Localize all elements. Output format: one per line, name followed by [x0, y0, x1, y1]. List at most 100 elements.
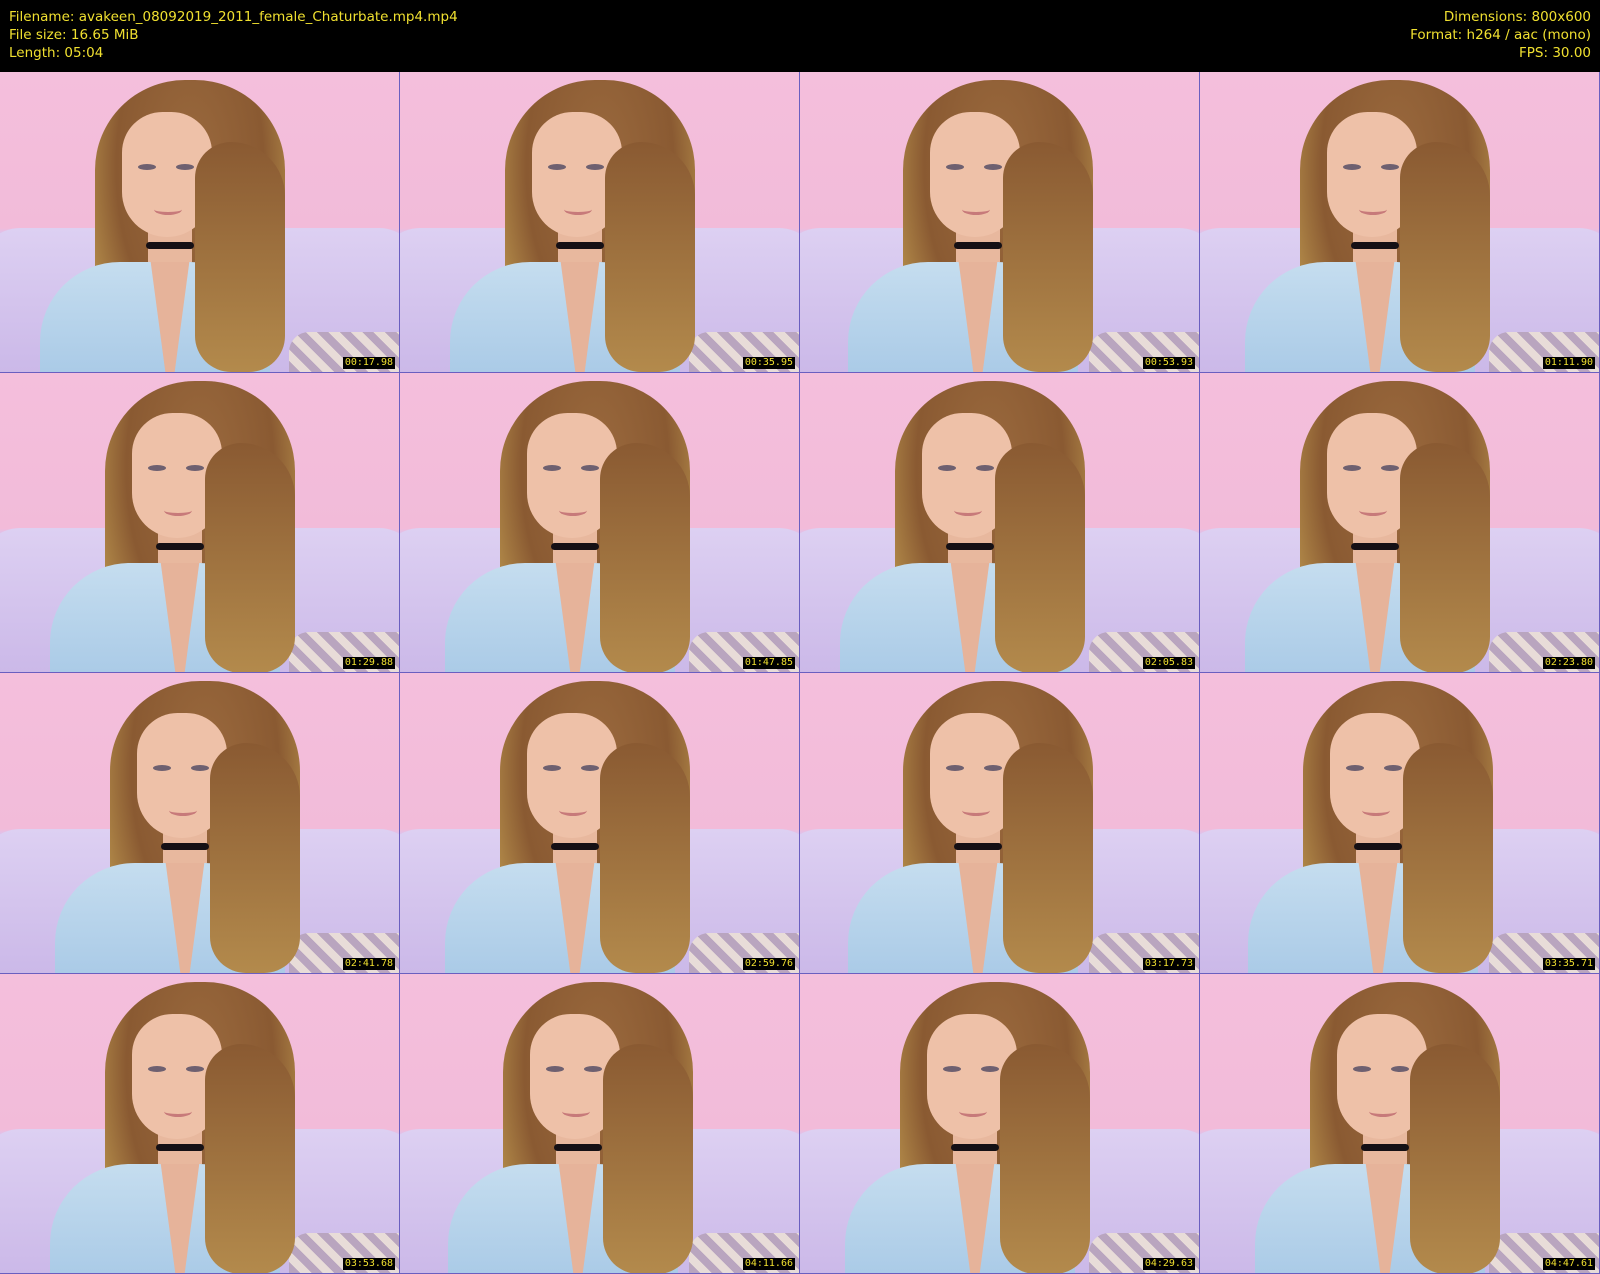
fps-label: FPS: 30.00 — [1519, 45, 1591, 61]
choker — [1361, 1143, 1409, 1151]
video-thumbnail: 04:29.63 — [800, 973, 1199, 1273]
choker — [161, 843, 209, 850]
person — [800, 373, 1199, 672]
mouth — [959, 1106, 987, 1117]
timestamp-label: 03:35.71 — [1542, 957, 1595, 970]
choker — [156, 542, 204, 550]
choker — [954, 843, 1002, 850]
length-label: Length: 05:04 — [9, 45, 104, 61]
person — [15, 673, 399, 973]
choker — [551, 542, 599, 550]
hair-side — [210, 743, 300, 973]
video-thumbnail: 00:35.95 — [400, 72, 799, 372]
timestamp-label: 04:11.66 — [742, 1258, 795, 1270]
choker — [554, 1143, 602, 1151]
person — [10, 373, 399, 672]
mouth — [1369, 1106, 1397, 1117]
timestamp-label: 03:17.73 — [1142, 957, 1195, 970]
mouth — [154, 204, 182, 215]
info-header: Filename: avakeen_08092019_2011_female_C… — [0, 0, 1600, 72]
choker — [1351, 542, 1399, 550]
filename-label: Filename: avakeen_08092019_2011_female_C… — [9, 9, 458, 25]
eye — [1391, 1065, 1409, 1072]
eye — [1384, 765, 1402, 771]
video-thumbnail: 00:17.98 — [0, 72, 399, 372]
eye — [586, 164, 604, 170]
mouth — [562, 1106, 590, 1117]
mouth — [559, 805, 587, 816]
video-thumbnail: 03:53.68 — [0, 973, 399, 1273]
choker — [951, 1143, 999, 1151]
eye — [984, 765, 1002, 771]
choker — [551, 843, 599, 850]
timestamp-label: 03:53.68 — [342, 1258, 395, 1270]
video-thumbnail: 02:23.80 — [1200, 372, 1599, 672]
video-thumbnail: 02:41.78 — [0, 673, 399, 973]
mouth — [962, 204, 990, 215]
timestamp-label: 02:59.76 — [742, 957, 795, 970]
hair-side — [1000, 1043, 1090, 1273]
eye — [191, 765, 209, 771]
video-thumbnail: 04:11.66 — [400, 973, 799, 1273]
eye — [543, 765, 561, 771]
hair-side — [600, 743, 690, 973]
choker — [946, 542, 994, 550]
hair-side — [605, 142, 695, 372]
choker — [954, 242, 1002, 249]
video-thumbnail: 01:47.85 — [400, 372, 799, 672]
person — [805, 974, 1199, 1273]
eye — [1343, 164, 1361, 170]
eye — [543, 464, 561, 471]
hair-side — [1003, 743, 1093, 973]
format-label: Format: h264 / aac (mono) — [1410, 27, 1591, 43]
eye — [946, 765, 964, 771]
person — [808, 673, 1199, 973]
eye — [581, 765, 599, 771]
eye — [1353, 1065, 1371, 1072]
person — [0, 72, 399, 372]
hair-side — [1400, 442, 1490, 672]
timestamp-label: 04:29.63 — [1142, 1258, 1195, 1270]
choker — [1351, 242, 1399, 249]
person — [1205, 373, 1599, 672]
eye — [1343, 464, 1361, 471]
mouth — [164, 1106, 192, 1117]
video-thumbnail: 01:29.88 — [0, 372, 399, 672]
video-thumbnail: 03:17.73 — [800, 673, 1199, 973]
person — [1208, 673, 1599, 973]
person — [1205, 72, 1599, 372]
mouth — [954, 505, 982, 516]
video-thumbnail: 02:05.83 — [800, 372, 1199, 672]
hair-side — [603, 1043, 693, 1273]
person — [408, 974, 799, 1273]
eye — [584, 1065, 602, 1072]
timestamp-label: 02:23.80 — [1542, 657, 1595, 669]
person — [1215, 974, 1599, 1273]
hair-side — [1400, 142, 1490, 372]
eye — [946, 164, 964, 170]
eye — [976, 464, 994, 471]
eye — [581, 464, 599, 471]
mouth — [564, 204, 592, 215]
choker — [146, 242, 194, 249]
eye — [938, 464, 956, 471]
filesize-label: File size: 16.65 MiB — [9, 27, 139, 43]
eye — [1381, 464, 1399, 471]
timestamp-label: 01:29.88 — [342, 657, 395, 669]
video-thumbnail: 01:11.90 — [1200, 72, 1599, 372]
eye — [148, 464, 166, 471]
person — [410, 72, 799, 372]
choker — [156, 1143, 204, 1151]
hair-side — [1003, 142, 1093, 372]
mouth — [169, 805, 197, 816]
hair-side — [205, 442, 295, 672]
eye — [186, 1065, 204, 1072]
mouth — [1362, 805, 1390, 816]
mouth — [164, 505, 192, 516]
eye — [981, 1065, 999, 1072]
timestamp-label: 00:53.93 — [1142, 356, 1195, 369]
eye — [176, 164, 194, 170]
dimensions-label: Dimensions: 800x600 — [1443, 9, 1591, 25]
eye — [943, 1065, 961, 1072]
person — [405, 673, 799, 973]
